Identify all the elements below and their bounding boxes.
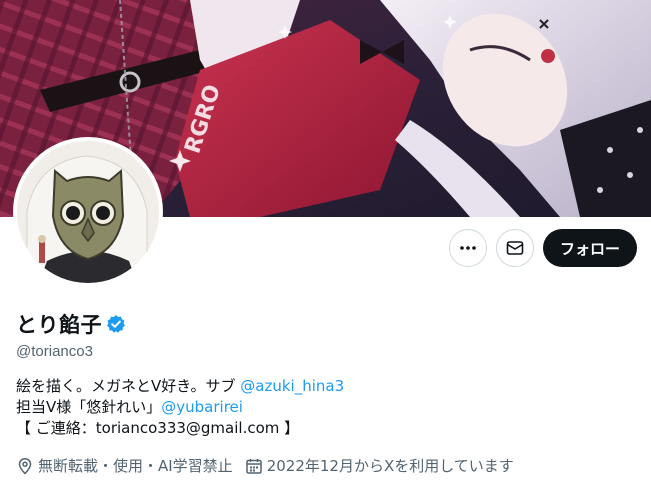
display-name: とり餡子: [16, 313, 102, 337]
location-pin-icon: [16, 457, 34, 475]
bio-line-3: 【 ご連絡：torianco333@gmail.com 】: [16, 419, 300, 437]
display-name-row: とり餡子: [16, 309, 126, 339]
bio-text-2: 担当V様「悠針れい」: [16, 398, 162, 416]
location-item: 無断転載・使用・AI学習禁止: [16, 455, 233, 476]
more-button[interactable]: [448, 229, 487, 267]
bio-text-1: 絵を描く。メガネとV好き。サブ: [16, 377, 241, 395]
more-dots-icon: [459, 239, 477, 257]
follow-button[interactable]: フォロー: [542, 229, 637, 267]
profile-meta: 無断転載・使用・AI学習禁止 2022年12月からXを利用しています: [16, 455, 526, 476]
user-handle: @torianco3: [16, 343, 93, 360]
calendar-icon: [245, 457, 263, 475]
bio-line-2: 担当V様「悠針れい」@yubarirei: [16, 397, 344, 418]
message-button[interactable]: [495, 229, 534, 267]
avatar[interactable]: [13, 137, 163, 287]
location-text: 無断転載・使用・AI学習禁止: [38, 457, 233, 475]
profile-actions: フォロー: [448, 229, 637, 267]
profile-page: RGRO フォロー とり餡子 @torianco3 絵を描く。メガネとV好き。サ…: [0, 0, 651, 481]
joined-text: 2022年12月からXを利用しています: [266, 457, 514, 475]
bio-link-vtuber[interactable]: @yubarirei: [161, 398, 243, 416]
profile-bio: 絵を描く。メガネとV好き。サブ @azuki_hina3 担当V様「悠針れい」@…: [16, 376, 344, 439]
bio-link-sub-account[interactable]: @azuki_hina3: [240, 377, 344, 395]
bio-line-1: 絵を描く。メガネとV好き。サブ @azuki_hina3: [16, 376, 344, 397]
avatar-image: [17, 141, 159, 283]
verified-badge-icon[interactable]: [106, 314, 126, 334]
envelope-icon: [506, 239, 524, 257]
joined-item: 2022年12月からXを利用しています: [245, 455, 514, 476]
